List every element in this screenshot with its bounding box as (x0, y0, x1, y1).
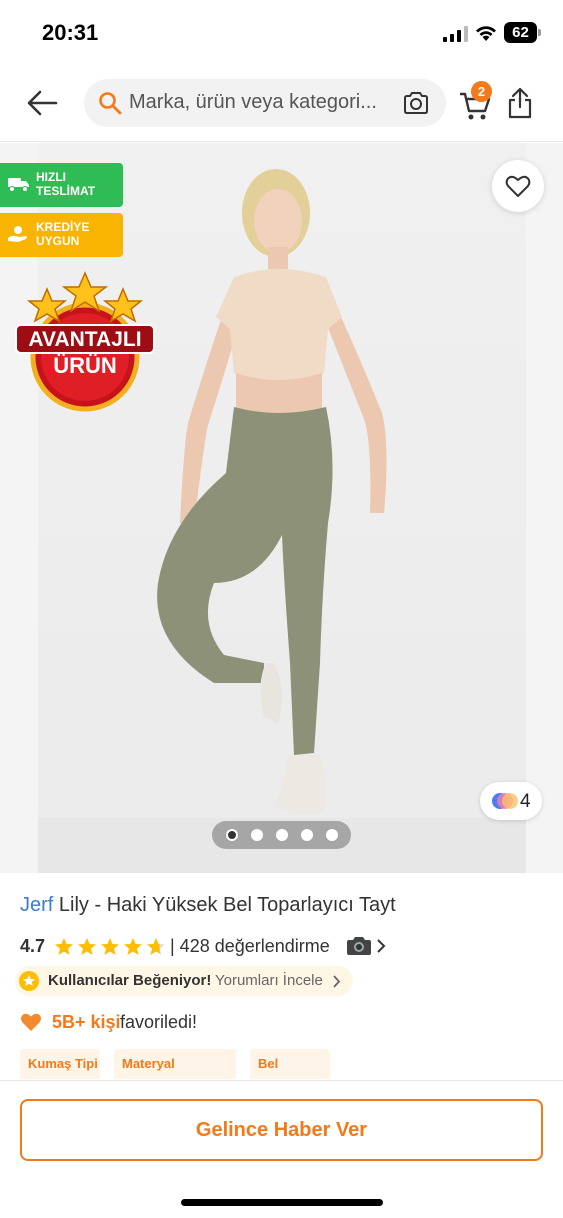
attribute-chip[interactable]: Materyal (114, 1049, 236, 1079)
pager-dot-2[interactable] (251, 829, 263, 841)
credit-eligible-tag: KREDİYE UYGUN (0, 213, 123, 257)
review-count[interactable]: | 428 değerlendirme (170, 936, 330, 957)
chevron-right-icon (333, 975, 341, 988)
attribute-label: Bel (258, 1056, 279, 1071)
product-image-gallery[interactable]: HIZLI TESLİMAT KREDİYE UYGUN AVANTAJLI Ü… (0, 143, 563, 873)
home-indicator[interactable] (181, 1199, 383, 1206)
read-reviews-link[interactable]: Yorumları İncele (215, 972, 323, 989)
photo-reviews-camera-icon (347, 937, 371, 955)
product-page: 20:31 62 Marka, ürün veya kategori... 2 … (0, 0, 563, 1218)
color-swatches-icon (492, 793, 518, 809)
search-bar[interactable]: Marka, ürün veya kategori... (84, 79, 446, 127)
cart-count-badge: 2 (471, 81, 492, 102)
status-bar: 20:31 62 (0, 0, 563, 66)
image-pager[interactable] (212, 821, 351, 849)
fast-delivery-line2: TESLİMAT (36, 184, 96, 198)
chevron-right-icon (377, 939, 386, 953)
attribute-chip[interactable]: Kumaş Tipi (20, 1049, 100, 1079)
status-time: 20:31 (42, 20, 99, 45)
advantage-line1: AVANTAJLI (28, 328, 141, 351)
favorites-count: 5B+ kişi (52, 1012, 121, 1032)
delivery-truck-icon (8, 178, 29, 192)
rating-stars-icon (55, 938, 165, 955)
attribute-chip[interactable]: Bel (250, 1049, 330, 1079)
credit-line2: UYGUN (36, 234, 80, 248)
color-options-chip[interactable]: 4 (480, 782, 542, 820)
attributes-row: Kumaş Tipi Materyal Bel (20, 1049, 560, 1079)
attribute-label: Materyal (122, 1056, 175, 1071)
pager-dot-5[interactable] (326, 829, 338, 841)
advantage-line2: ÜRÜN (53, 353, 117, 378)
fast-delivery-line1: HIZLI (36, 170, 66, 184)
fast-delivery-tag: HIZLI TESLİMAT (0, 163, 123, 207)
pager-dot-1[interactable] (226, 829, 238, 841)
heart-outline-icon (505, 175, 531, 197)
battery-level: 62 (504, 22, 537, 43)
users-like-title: Kullanıcılar Beğeniyor! (48, 972, 212, 989)
orange-heart-icon (21, 1013, 41, 1031)
star-badge-icon (19, 971, 39, 991)
pager-dot-3[interactable] (276, 829, 288, 841)
top-nav-bar: Marka, ürün veya kategori... 2 (0, 66, 563, 142)
search-input[interactable]: Marka, ürün veya kategori... (129, 91, 395, 114)
notify-when-available-button[interactable]: Gelince Haber Ver (20, 1099, 543, 1161)
search-icon (99, 92, 122, 115)
wifi-icon (476, 26, 496, 41)
favorite-button[interactable] (492, 160, 544, 212)
share-icon[interactable] (506, 86, 534, 120)
back-arrow-icon[interactable] (22, 86, 62, 120)
favorites-text: favoriledi! (120, 1012, 198, 1032)
pager-dot-4[interactable] (301, 829, 313, 841)
color-count: 4 (520, 791, 531, 812)
divider (0, 1080, 563, 1081)
advantage-product-badge: AVANTAJLI ÜRÜN (15, 271, 155, 412)
attribute-label: Kumaş Tipi (28, 1056, 98, 1071)
rating-value: 4.7 (20, 936, 46, 956)
product-name: Lily - Haki Yüksek Bel Toparlayıcı Tayt (58, 894, 396, 916)
users-like-banner[interactable]: Kullanıcılar Beğeniyor! Yorumları İncele (15, 966, 353, 996)
cellular-signal-icon (443, 26, 468, 42)
product-title: Jerf Lily - Haki Yüksek Bel Toparlayıcı … (20, 894, 396, 917)
credit-line1: KREDİYE (36, 220, 90, 234)
brand-link[interactable]: Jerf (20, 894, 53, 916)
credit-hand-icon (8, 226, 27, 242)
camera-search-icon[interactable] (402, 90, 430, 116)
battery-icon: 62 (504, 22, 541, 43)
